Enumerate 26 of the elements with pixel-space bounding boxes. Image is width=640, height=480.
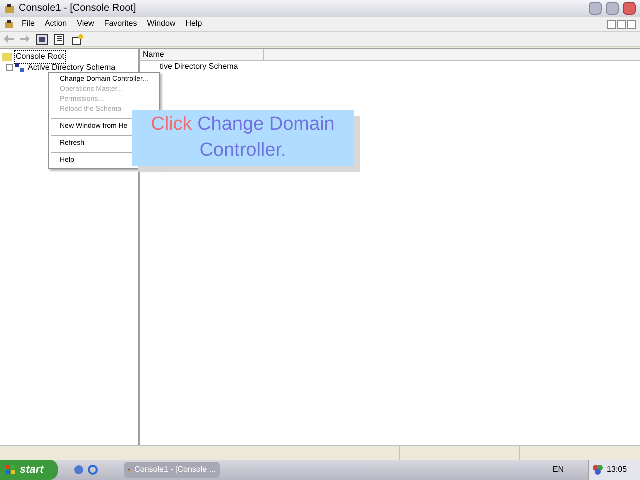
console-icon (4, 19, 14, 29)
menu-item[interactable]: Favorites (104, 18, 138, 30)
folder-icon (2, 52, 12, 60)
windows-flag-icon (6, 465, 16, 475)
instruction-tooltip: Click Change Domain Controller. (132, 110, 354, 166)
tree-item[interactable]: Active Directory Schema (26, 60, 118, 74)
start-button[interactable]: start (0, 460, 58, 480)
menu-item[interactable]: View (77, 18, 94, 30)
menu-item[interactable]: File (22, 18, 35, 30)
help-icon[interactable] (72, 34, 84, 44)
network-icon[interactable] (593, 465, 603, 475)
menu-item[interactable]: Action (44, 18, 68, 30)
menu-item[interactable]: Help (186, 18, 202, 30)
tree-item[interactable]: Console Root (14, 50, 66, 64)
forward-arrow-icon[interactable] (20, 35, 30, 43)
language-indicator[interactable]: EN (552, 464, 564, 476)
list-item[interactable]: tive Directory Schema (160, 60, 238, 72)
console-icon (4, 3, 15, 14)
expand-icon[interactable] (6, 64, 13, 71)
schema-icon (15, 63, 24, 72)
window-title: Console1 - [Console Root] (19, 2, 136, 16)
clock: 13:05 (607, 464, 628, 476)
menu-item[interactable]: Window (147, 18, 176, 30)
export-list-icon[interactable] (54, 34, 66, 44)
tree-toggle-icon[interactable] (36, 34, 48, 44)
back-arrow-icon[interactable] (4, 35, 14, 43)
